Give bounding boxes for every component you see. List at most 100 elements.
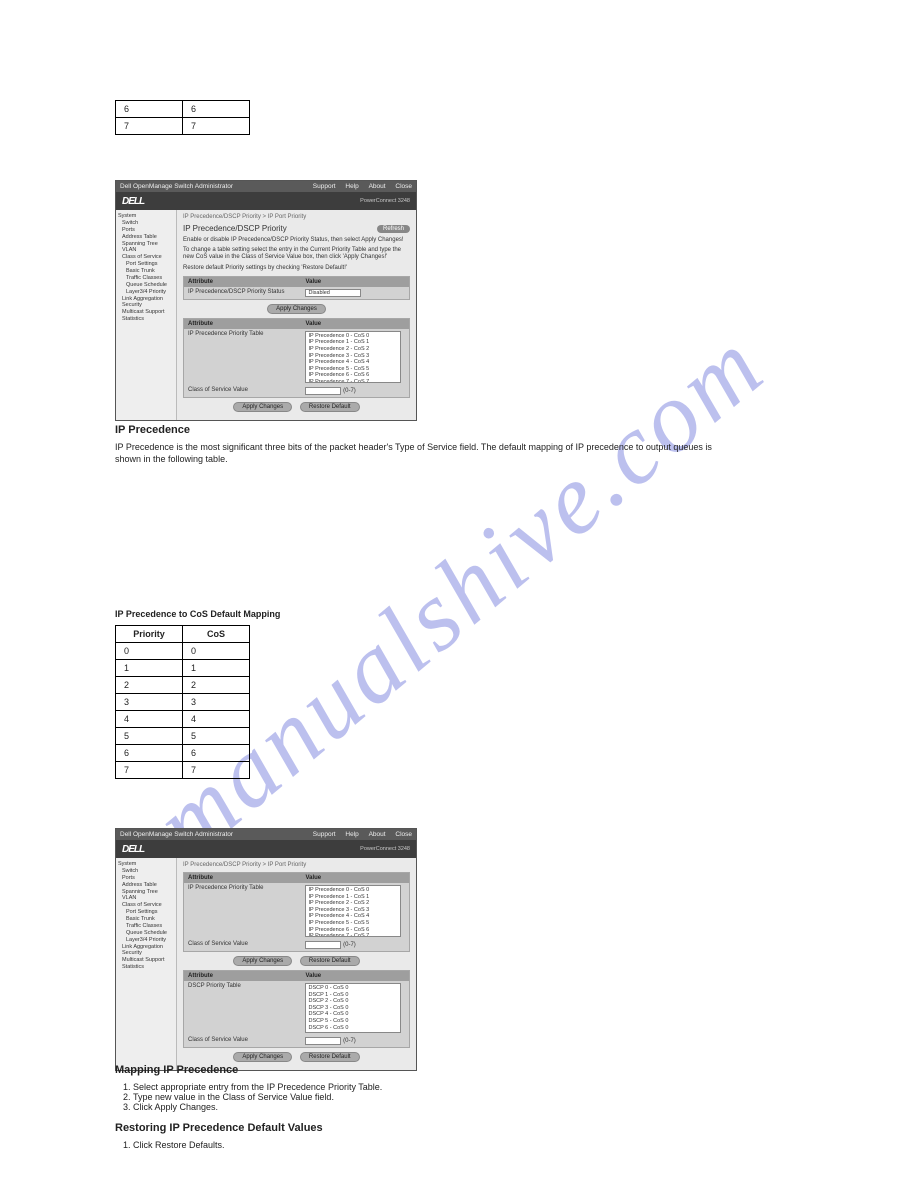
table-cell: 4 xyxy=(116,710,183,727)
menu-help[interactable]: Help xyxy=(345,183,358,190)
restore-default-button[interactable]: Restore Default xyxy=(300,402,360,412)
tree-node[interactable]: Traffic Classes xyxy=(118,923,174,930)
tree-node[interactable]: Ports xyxy=(118,875,174,882)
cos-value-input[interactable] xyxy=(305,941,341,949)
tree-node[interactable]: Ports xyxy=(118,227,174,234)
step-item: Select appropriate entry from the IP Pre… xyxy=(133,1082,715,1092)
list-item[interactable]: IP Precedence 0 - CoS 0 xyxy=(308,333,398,340)
menu-close[interactable]: Close xyxy=(395,183,412,190)
instruction-3: Restore default Priority settings by che… xyxy=(183,265,410,272)
table-cell: 3 xyxy=(183,693,250,710)
tree-node[interactable]: Traffic Classes xyxy=(118,275,174,282)
tree-node[interactable]: Address Table xyxy=(118,882,174,889)
value-col-header: Value xyxy=(301,277,409,287)
nav-tree[interactable]: SystemSwitchPortsAddress TableSpanning T… xyxy=(116,858,177,1070)
tree-node[interactable]: Statistics xyxy=(118,316,174,323)
list-item[interactable]: IP Precedence 4 - CoS 4 xyxy=(308,913,398,920)
menu-about[interactable]: About xyxy=(369,183,386,190)
status-select[interactable]: Disabled xyxy=(305,289,361,297)
mapping-procedure-heading: Mapping IP Precedence xyxy=(115,1064,715,1076)
tree-node[interactable]: Address Table xyxy=(118,234,174,241)
menu-support[interactable]: Support xyxy=(313,183,336,190)
tree-node[interactable]: System xyxy=(118,861,174,868)
table-cell: 2 xyxy=(183,676,250,693)
list-item[interactable]: IP Precedence 4 - CoS 4 xyxy=(308,359,398,366)
nav-tree[interactable]: SystemSwitchPortsAddress TableSpanning T… xyxy=(116,210,177,420)
precedence-listbox[interactable]: IP Precedence 0 - CoS 0IP Precedence 1 -… xyxy=(305,331,401,383)
list-item[interactable]: DSCP 2 - CoS 0 xyxy=(308,998,398,1005)
list-item[interactable]: DSCP 0 - CoS 0 xyxy=(308,985,398,992)
apply-changes-button[interactable]: Apply Changes xyxy=(267,304,326,314)
list-item[interactable]: IP Precedence 6 - CoS 6 xyxy=(308,372,398,379)
list-item[interactable]: DSCP 6 - CoS 0 xyxy=(308,1025,398,1032)
dscp-listbox[interactable]: DSCP 0 - CoS 0DSCP 1 - CoS 0DSCP 2 - CoS… xyxy=(305,983,401,1033)
cos-range-hint: (0-7) xyxy=(343,942,356,948)
apply-changes-button[interactable]: Apply Changes xyxy=(233,956,292,966)
tree-node[interactable]: Queue Schedule xyxy=(118,930,174,937)
list-item[interactable]: DSCP 4 - CoS 0 xyxy=(308,1011,398,1018)
list-item[interactable]: IP Precedence 6 - CoS 6 xyxy=(308,927,398,934)
cos-value-input-2[interactable] xyxy=(305,1037,341,1045)
tree-node[interactable]: Class of Service xyxy=(118,902,174,909)
tree-node[interactable]: VLAN xyxy=(118,247,174,254)
window-title: Dell OpenManage Switch Administrator xyxy=(120,183,233,190)
tree-node[interactable]: Port Settings xyxy=(118,909,174,916)
window-menu: Support Help About Close xyxy=(305,831,412,838)
list-item[interactable]: IP Precedence 7 - CoS 7 xyxy=(308,379,398,383)
restore-default-button[interactable]: Restore Default xyxy=(300,956,360,966)
dell-logo: DELL xyxy=(122,196,144,207)
tree-node[interactable]: Basic Trunk xyxy=(118,268,174,275)
tree-node[interactable]: VLAN xyxy=(118,895,174,902)
tree-node[interactable]: Multicast Support xyxy=(118,309,174,316)
menu-support[interactable]: Support xyxy=(313,831,336,838)
list-item[interactable]: IP Precedence 3 - CoS 3 xyxy=(308,353,398,360)
tree-node[interactable]: Switch xyxy=(118,220,174,227)
tree-node[interactable]: Basic Trunk xyxy=(118,916,174,923)
list-item[interactable]: DSCP 3 - CoS 0 xyxy=(308,1005,398,1012)
list-item[interactable]: IP Precedence 2 - CoS 2 xyxy=(308,346,398,353)
tree-node[interactable]: Spanning Tree xyxy=(118,889,174,896)
attr-col-header-2: Attribute xyxy=(184,319,301,329)
tree-node[interactable]: Link Aggregation xyxy=(118,944,174,951)
apply-changes-button-2[interactable]: Apply Changes xyxy=(233,402,292,412)
tree-node[interactable]: Layer3/4 Priority xyxy=(118,937,174,944)
list-item[interactable]: IP Precedence 5 - CoS 5 xyxy=(308,920,398,927)
list-item[interactable]: IP Precedence 2 - CoS 2 xyxy=(308,900,398,907)
tree-node[interactable]: Switch xyxy=(118,868,174,875)
menu-help[interactable]: Help xyxy=(345,831,358,838)
list-item[interactable]: IP Precedence 1 - CoS 1 xyxy=(308,339,398,346)
table-header-cell: CoS xyxy=(183,625,250,642)
breadcrumb: IP Precedence/DSCP Priority > IP Port Pr… xyxy=(183,214,410,220)
list-item[interactable]: IP Precedence 3 - CoS 3 xyxy=(308,907,398,914)
cos-value-input[interactable] xyxy=(305,387,341,395)
tree-node[interactable]: Spanning Tree xyxy=(118,241,174,248)
table-header-cell: Priority xyxy=(116,625,183,642)
tree-node[interactable]: Queue Schedule xyxy=(118,282,174,289)
tree-node[interactable]: Class of Service xyxy=(118,254,174,261)
list-item[interactable]: IP Precedence 5 - CoS 5 xyxy=(308,366,398,373)
tree-node[interactable]: Port Settings xyxy=(118,261,174,268)
ip-precedence-text: IP Precedence is the most significant th… xyxy=(115,442,715,465)
list-item[interactable]: DSCP 5 - CoS 0 xyxy=(308,1018,398,1025)
cos-value-label: Class of Service Value xyxy=(184,939,301,951)
menu-close[interactable]: Close xyxy=(395,831,412,838)
tree-node[interactable]: Multicast Support xyxy=(118,957,174,964)
table-cell: 2 xyxy=(116,676,183,693)
cos-value-label-2: Class of Service Value xyxy=(184,1035,301,1047)
table-cell: 1 xyxy=(116,659,183,676)
tree-node[interactable]: Statistics xyxy=(118,964,174,971)
tree-node[interactable]: Layer3/4 Priority xyxy=(118,289,174,296)
list-item[interactable]: IP Precedence 7 - CoS 7 xyxy=(308,933,398,937)
screenshot-precedence-dscp-tables: Dell OpenManage Switch Administrator Sup… xyxy=(115,828,417,1071)
tree-node[interactable]: Security xyxy=(118,302,174,309)
tree-node[interactable]: Link Aggregation xyxy=(118,296,174,303)
list-item[interactable]: IP Precedence 1 - CoS 1 xyxy=(308,894,398,901)
refresh-button[interactable]: Refresh xyxy=(377,225,410,233)
tree-node[interactable]: System xyxy=(118,213,174,220)
list-item[interactable]: IP Precedence 0 - CoS 0 xyxy=(308,887,398,894)
menu-about[interactable]: About xyxy=(369,831,386,838)
tree-node[interactable]: Security xyxy=(118,950,174,957)
mapping-table: PriorityCoS0011223344556677 xyxy=(115,625,250,779)
list-item[interactable]: DSCP 1 - CoS 0 xyxy=(308,992,398,999)
precedence-listbox[interactable]: IP Precedence 0 - CoS 0IP Precedence 1 -… xyxy=(305,885,401,937)
